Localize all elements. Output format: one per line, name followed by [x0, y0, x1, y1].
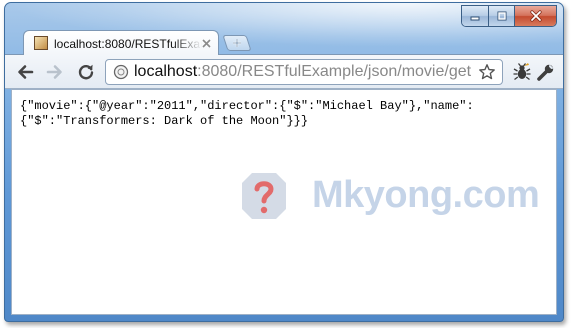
browser-toolbar: localhost:8080/RESTfulExample/json/movie… [5, 54, 563, 89]
bug-extension-icon [513, 63, 531, 81]
page-globe-icon [113, 64, 129, 80]
new-tab-button[interactable] [222, 35, 252, 51]
tab-active[interactable]: localhost:8080/RESTfulExample/json/movie… [23, 30, 219, 55]
maximize-icon [489, 6, 514, 26]
json-line: {"movie":{"@year":"2011","director":{"$"… [20, 99, 474, 113]
json-response: {"movie":{"@year":"2011","director":{"$"… [20, 99, 550, 129]
reload-button[interactable] [76, 62, 96, 82]
watermark-logo: Mkyong.com [234, 168, 544, 224]
extension-button[interactable] [512, 62, 532, 82]
url-host: localhost [134, 63, 198, 80]
browser-window: localhost:8080/RESTfulExample/json/movie… [4, 2, 564, 322]
wrench-icon [537, 64, 554, 81]
back-arrow-icon [18, 65, 34, 79]
address-bar[interactable]: localhost:8080/RESTfulExample/json/movie… [105, 59, 503, 85]
forward-button[interactable] [45, 62, 65, 82]
plus-icon [226, 36, 248, 50]
watermark-text: Mkyong.com [312, 174, 540, 216]
tab-close-button[interactable] [200, 37, 212, 49]
back-button[interactable] [15, 62, 35, 82]
url-path: :8080/RESTfulExample/json/movie/get [197, 63, 472, 80]
forward-arrow-icon [46, 65, 62, 79]
minimize-button[interactable] [462, 6, 488, 26]
close-icon [515, 6, 556, 26]
reload-icon [78, 64, 94, 80]
window-caption-buttons [461, 5, 557, 27]
settings-button[interactable] [536, 62, 556, 82]
url-text[interactable]: localhost:8080/RESTfulExample/json/movie… [134, 62, 471, 82]
tab-title: localhost:8080/RESTfulExample/json/movie… [54, 37, 202, 51]
question-mark-logo-icon [242, 173, 286, 219]
star-icon[interactable] [478, 63, 496, 81]
close-icon [201, 38, 211, 48]
maximize-button[interactable] [488, 6, 514, 26]
close-window-button[interactable] [514, 6, 556, 26]
tab-favicon-icon [34, 36, 48, 50]
minimize-icon [462, 6, 488, 26]
json-line: {"$":"Transformers: Dark of the Moon"}}} [20, 114, 309, 128]
